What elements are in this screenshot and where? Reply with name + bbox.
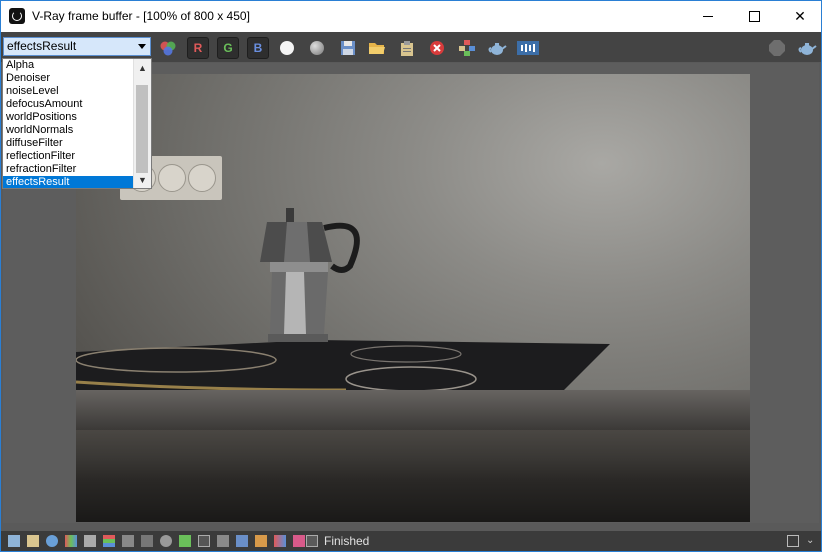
close-button[interactable]: ✕ [777,1,821,32]
vray-logo-icon [9,8,25,24]
lens-effects-icon[interactable] [306,535,318,547]
minimize-icon [703,16,713,17]
save-icon [341,41,355,55]
list-item[interactable]: worldPositions [3,111,134,124]
counter-edge [76,390,750,430]
list-item[interactable]: defocusAmount [3,98,134,111]
h-icon[interactable] [236,535,248,547]
maximize-button[interactable] [731,1,777,32]
ab-compare-icon[interactable] [274,535,286,547]
hsl-icon[interactable] [84,535,96,547]
status-text: Finished [324,534,370,548]
teapot-render-button[interactable] [486,37,508,59]
list-item[interactable]: worldNormals [3,124,134,137]
vfb-window: V-Ray frame buffer - [100% of 800 x 450]… [0,0,822,552]
info-icon[interactable] [46,535,58,547]
status-bar: Finished ⌄ [1,531,821,551]
gray-dot-icon[interactable] [310,41,324,55]
list-item[interactable]: noiseLevel [3,85,134,98]
list-item[interactable]: Alpha [3,59,134,72]
color-correction-icon[interactable] [65,535,77,547]
scroll-thumb[interactable] [136,85,148,173]
cabinet-front [76,430,750,522]
list-item[interactable]: diffuseFilter [3,137,134,150]
color-channels-button[interactable] [157,37,179,59]
teapot-icon [798,43,817,55]
stamp-icon[interactable] [293,535,305,547]
save-button[interactable] [337,37,359,59]
chevron-down-icon[interactable]: ⌄ [806,535,818,547]
rendered-image [76,74,750,522]
toggle-panel-icon[interactable] [8,535,20,547]
red-channel-button[interactable]: R [187,37,209,59]
list-item-selected[interactable]: effectsResult [3,176,134,188]
white-dot-icon[interactable] [280,41,294,55]
lut-icon[interactable] [217,535,229,547]
green-channel-button[interactable]: G [217,37,239,59]
title-bar[interactable]: V-Ray frame buffer - [100% of 800 x 450]… [1,1,821,32]
history-button[interactable] [516,37,540,59]
scroll-down-icon[interactable]: ▼ [134,171,151,188]
channel-select[interactable]: effectsResult [3,37,151,56]
minimize-button[interactable] [685,1,731,32]
teapot-button[interactable] [796,37,818,59]
clipboard-button[interactable] [396,37,418,59]
clipboard-icon [401,40,413,56]
list-item[interactable]: refractionFilter [3,163,134,176]
clear-icon [430,41,444,55]
compare-icon[interactable] [255,535,267,547]
window-icon[interactable] [787,535,799,547]
channel-select-value: effectsResult [7,39,77,53]
stop-icon [769,40,785,56]
curve-icon[interactable] [141,535,153,547]
list-item[interactable]: reflectionFilter [3,150,134,163]
color-channels-icon [160,41,176,56]
background-icon[interactable] [179,535,191,547]
window-title: V-Ray frame buffer - [100% of 800 x 450] [32,9,250,23]
channel-dropdown-list[interactable]: Alpha Denoiser noiseLevel defocusAmount … [2,58,152,189]
maximize-icon [748,11,760,22]
scroll-up-icon[interactable]: ▲ [134,59,151,76]
blue-channel-button[interactable]: B [247,37,269,59]
chevron-down-icon [138,44,146,49]
history-icon [517,41,539,55]
clear-button[interactable] [426,37,448,59]
levels-icon[interactable] [103,535,115,547]
dropdown-scrollbar[interactable]: ▲ ▼ [133,59,151,188]
exposure-icon[interactable] [160,535,172,547]
region-render-icon [459,40,475,56]
open-folder-icon [369,43,385,54]
close-icon: ✕ [794,8,806,24]
moka-pot [260,208,360,342]
histogram-icon[interactable] [122,535,134,547]
region-render-button[interactable] [456,37,478,59]
log-icon[interactable] [27,535,39,547]
curves-icon[interactable] [198,535,210,547]
open-folder-button[interactable] [366,37,388,59]
list-item[interactable]: Denoiser [3,72,134,85]
teapot-render-icon [488,43,507,55]
stop-button[interactable] [766,37,788,59]
